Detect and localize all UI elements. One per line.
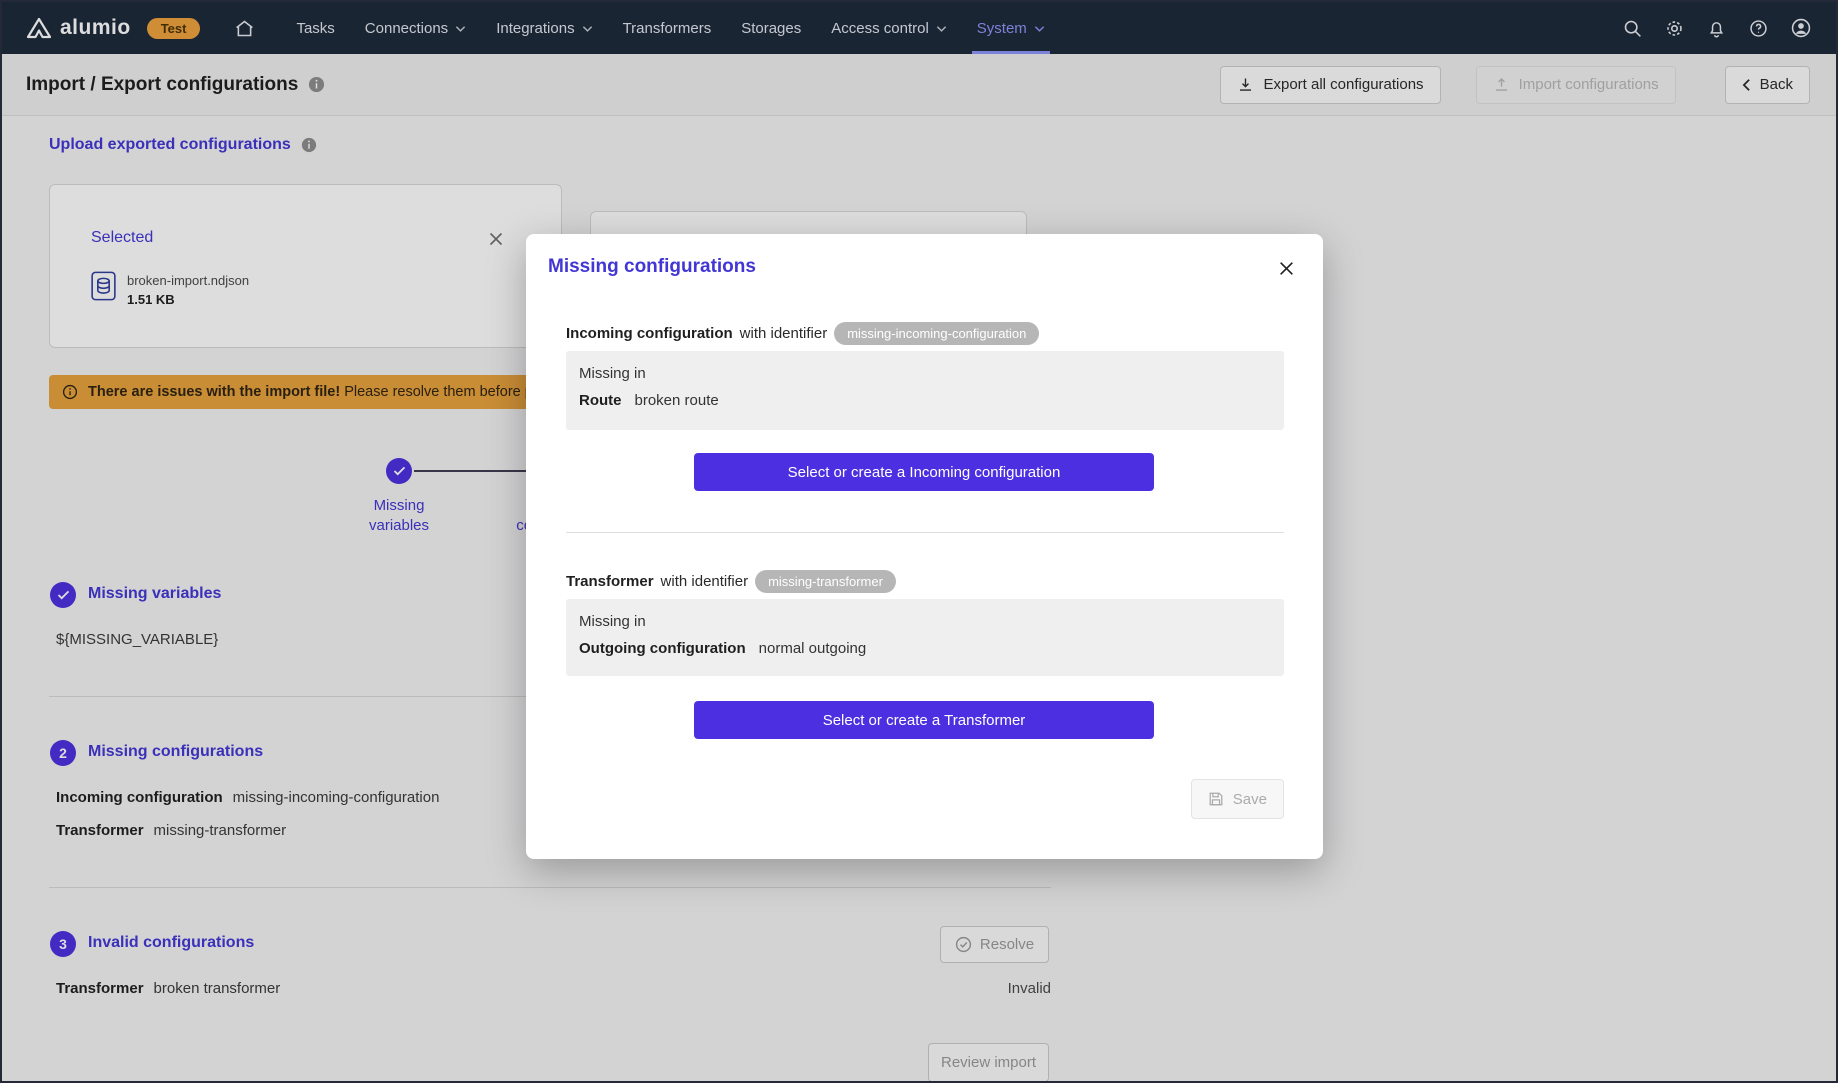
entry-type-label: Transformer xyxy=(566,573,654,590)
identifier-pill: missing-incoming-configuration xyxy=(834,322,1039,345)
save-icon xyxy=(1208,791,1224,807)
modal-title: Missing configurations xyxy=(548,256,756,278)
action-label: Select or create a Transformer xyxy=(823,712,1026,729)
select-or-create-incoming-configuration-button[interactable]: Select or create a Incoming configuratio… xyxy=(694,453,1154,491)
modal-entry-header: Transformer with identifier missing-tran… xyxy=(566,570,1284,593)
select-or-create-transformer-button[interactable]: Select or create a Transformer xyxy=(694,701,1154,739)
identifier-pill: missing-transformer xyxy=(755,570,896,593)
entry-with-text: with identifier xyxy=(740,325,828,342)
missing-in-panel: Missing in Route broken route xyxy=(566,351,1284,430)
entry-type-label: Incoming configuration xyxy=(566,325,733,342)
save-label: Save xyxy=(1233,791,1267,808)
close-icon xyxy=(1278,260,1295,277)
location-value: normal outgoing xyxy=(759,640,867,657)
entry-with-text: with identifier xyxy=(661,573,749,590)
modal-entry-header: Incoming configuration with identifier m… xyxy=(566,322,1284,345)
save-button[interactable]: Save xyxy=(1191,779,1284,819)
missing-in-label: Missing in xyxy=(579,613,1271,630)
missing-in-label: Missing in xyxy=(579,365,1271,382)
location-label: Route xyxy=(579,392,622,409)
divider xyxy=(566,532,1284,533)
action-label: Select or create a Incoming configuratio… xyxy=(788,464,1061,481)
modal-close-button[interactable] xyxy=(1278,260,1295,277)
app-root: alumio Test Tasks Connections Integratio… xyxy=(0,0,1838,1083)
missing-configurations-modal: Missing configurations Incoming configur… xyxy=(526,234,1323,859)
missing-in-panel: Missing in Outgoing configuration normal… xyxy=(566,599,1284,676)
location-label: Outgoing configuration xyxy=(579,640,746,657)
location-value: broken route xyxy=(635,392,719,409)
